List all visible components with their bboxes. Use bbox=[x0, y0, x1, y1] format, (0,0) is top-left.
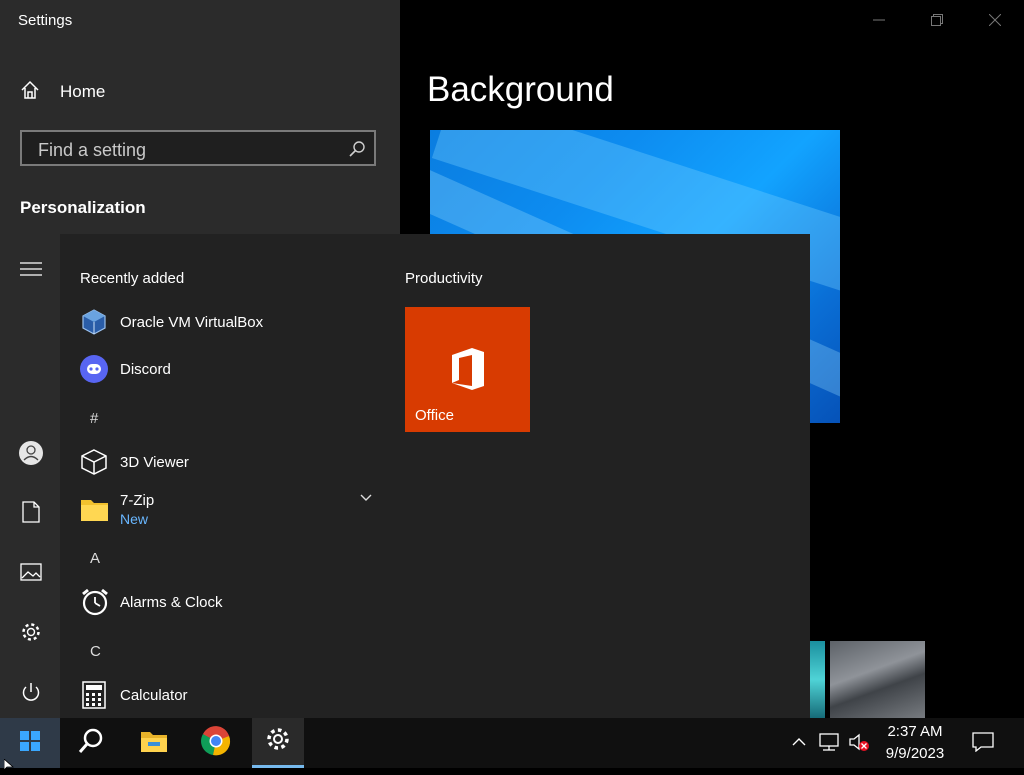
minimize-button[interactable] bbox=[850, 0, 908, 40]
app-list-item[interactable]: 3D Viewer bbox=[80, 442, 380, 482]
alarm-clock-icon bbox=[80, 588, 108, 616]
chevron-down-icon[interactable] bbox=[359, 490, 373, 508]
action-center-notification-icon[interactable] bbox=[971, 730, 995, 754]
virtualbox-icon bbox=[80, 308, 108, 336]
mouse-cursor-icon bbox=[3, 757, 15, 775]
app-name: Alarms & Clock bbox=[120, 593, 223, 611]
search-input[interactable] bbox=[36, 138, 340, 162]
user-account-icon[interactable] bbox=[18, 440, 44, 466]
home-icon bbox=[20, 80, 40, 105]
show-hidden-icons-chevron-up-icon[interactable] bbox=[787, 730, 811, 754]
maximize-button[interactable] bbox=[908, 0, 966, 40]
documents-icon[interactable] bbox=[18, 499, 44, 525]
app-name-group: 7-Zip New bbox=[120, 492, 154, 527]
find-setting-search-box[interactable] bbox=[20, 130, 376, 166]
office-tile[interactable]: Office bbox=[405, 307, 530, 432]
tile-label: Office bbox=[415, 407, 454, 424]
volume-muted-icon[interactable] bbox=[847, 730, 871, 754]
power-icon[interactable] bbox=[18, 679, 44, 705]
app-name: Discord bbox=[120, 360, 171, 378]
taskbar-file-explorer[interactable] bbox=[128, 718, 180, 768]
app-list-item[interactable]: 7-Zip New bbox=[80, 488, 380, 530]
calculator-icon bbox=[80, 681, 108, 709]
file-explorer-icon bbox=[140, 729, 168, 758]
windows-start-icon bbox=[20, 730, 40, 756]
app-list-item[interactable]: Oracle VM VirtualBox bbox=[80, 302, 380, 342]
home-nav-item[interactable]: Home bbox=[20, 80, 105, 104]
recently-added-heading: Recently added bbox=[80, 270, 185, 287]
app-name: Oracle VM VirtualBox bbox=[120, 313, 264, 331]
letter-header[interactable]: C bbox=[90, 643, 101, 660]
clock-time: 2:37 AM bbox=[887, 723, 943, 740]
close-button[interactable] bbox=[966, 0, 1024, 40]
section-title: Personalization bbox=[20, 198, 146, 217]
new-badge: New bbox=[120, 510, 149, 527]
start-menu-rail bbox=[0, 234, 60, 718]
app-list-item[interactable]: Calculator bbox=[80, 675, 380, 715]
discord-icon bbox=[80, 355, 108, 383]
taskbar-settings[interactable] bbox=[252, 718, 304, 768]
pictures-icon[interactable] bbox=[18, 559, 44, 585]
app-list-item[interactable]: Discord bbox=[80, 349, 380, 389]
app-name: Calculator bbox=[120, 686, 188, 704]
app-list-item[interactable]: Alarms & Clock bbox=[80, 582, 380, 622]
cube-icon bbox=[80, 448, 108, 476]
taskbar: 2:37 AM 9/9/2023 bbox=[0, 718, 1024, 768]
taskbar-clock[interactable]: 2:37 AM 9/9/2023 bbox=[880, 721, 950, 765]
hamburger-menu-icon[interactable] bbox=[18, 256, 44, 282]
settings-gear-icon bbox=[265, 726, 291, 757]
window-title: Settings bbox=[18, 12, 73, 29]
letter-header[interactable]: A bbox=[90, 550, 100, 567]
app-name: 7-Zip bbox=[120, 491, 155, 509]
productivity-heading: Productivity bbox=[405, 270, 483, 287]
page-title: Background bbox=[427, 70, 614, 109]
search-icon bbox=[77, 727, 105, 760]
chrome-icon bbox=[201, 725, 231, 761]
network-icon[interactable] bbox=[817, 730, 841, 754]
app-name: 3D Viewer bbox=[120, 453, 189, 471]
home-label: Home bbox=[60, 82, 106, 101]
settings-icon[interactable] bbox=[18, 619, 44, 645]
window-controls bbox=[850, 0, 1024, 40]
clock-date: 9/9/2023 bbox=[885, 745, 945, 762]
taskbar-search-button[interactable] bbox=[65, 718, 117, 768]
folder-icon bbox=[80, 495, 108, 523]
recent-background-thumbnail[interactable] bbox=[810, 641, 825, 718]
taskbar-chrome[interactable] bbox=[190, 718, 242, 768]
recent-background-thumbnail[interactable] bbox=[830, 641, 925, 718]
search-icon[interactable] bbox=[348, 140, 366, 158]
office-icon bbox=[450, 347, 486, 396]
letter-header[interactable]: # bbox=[90, 410, 98, 427]
